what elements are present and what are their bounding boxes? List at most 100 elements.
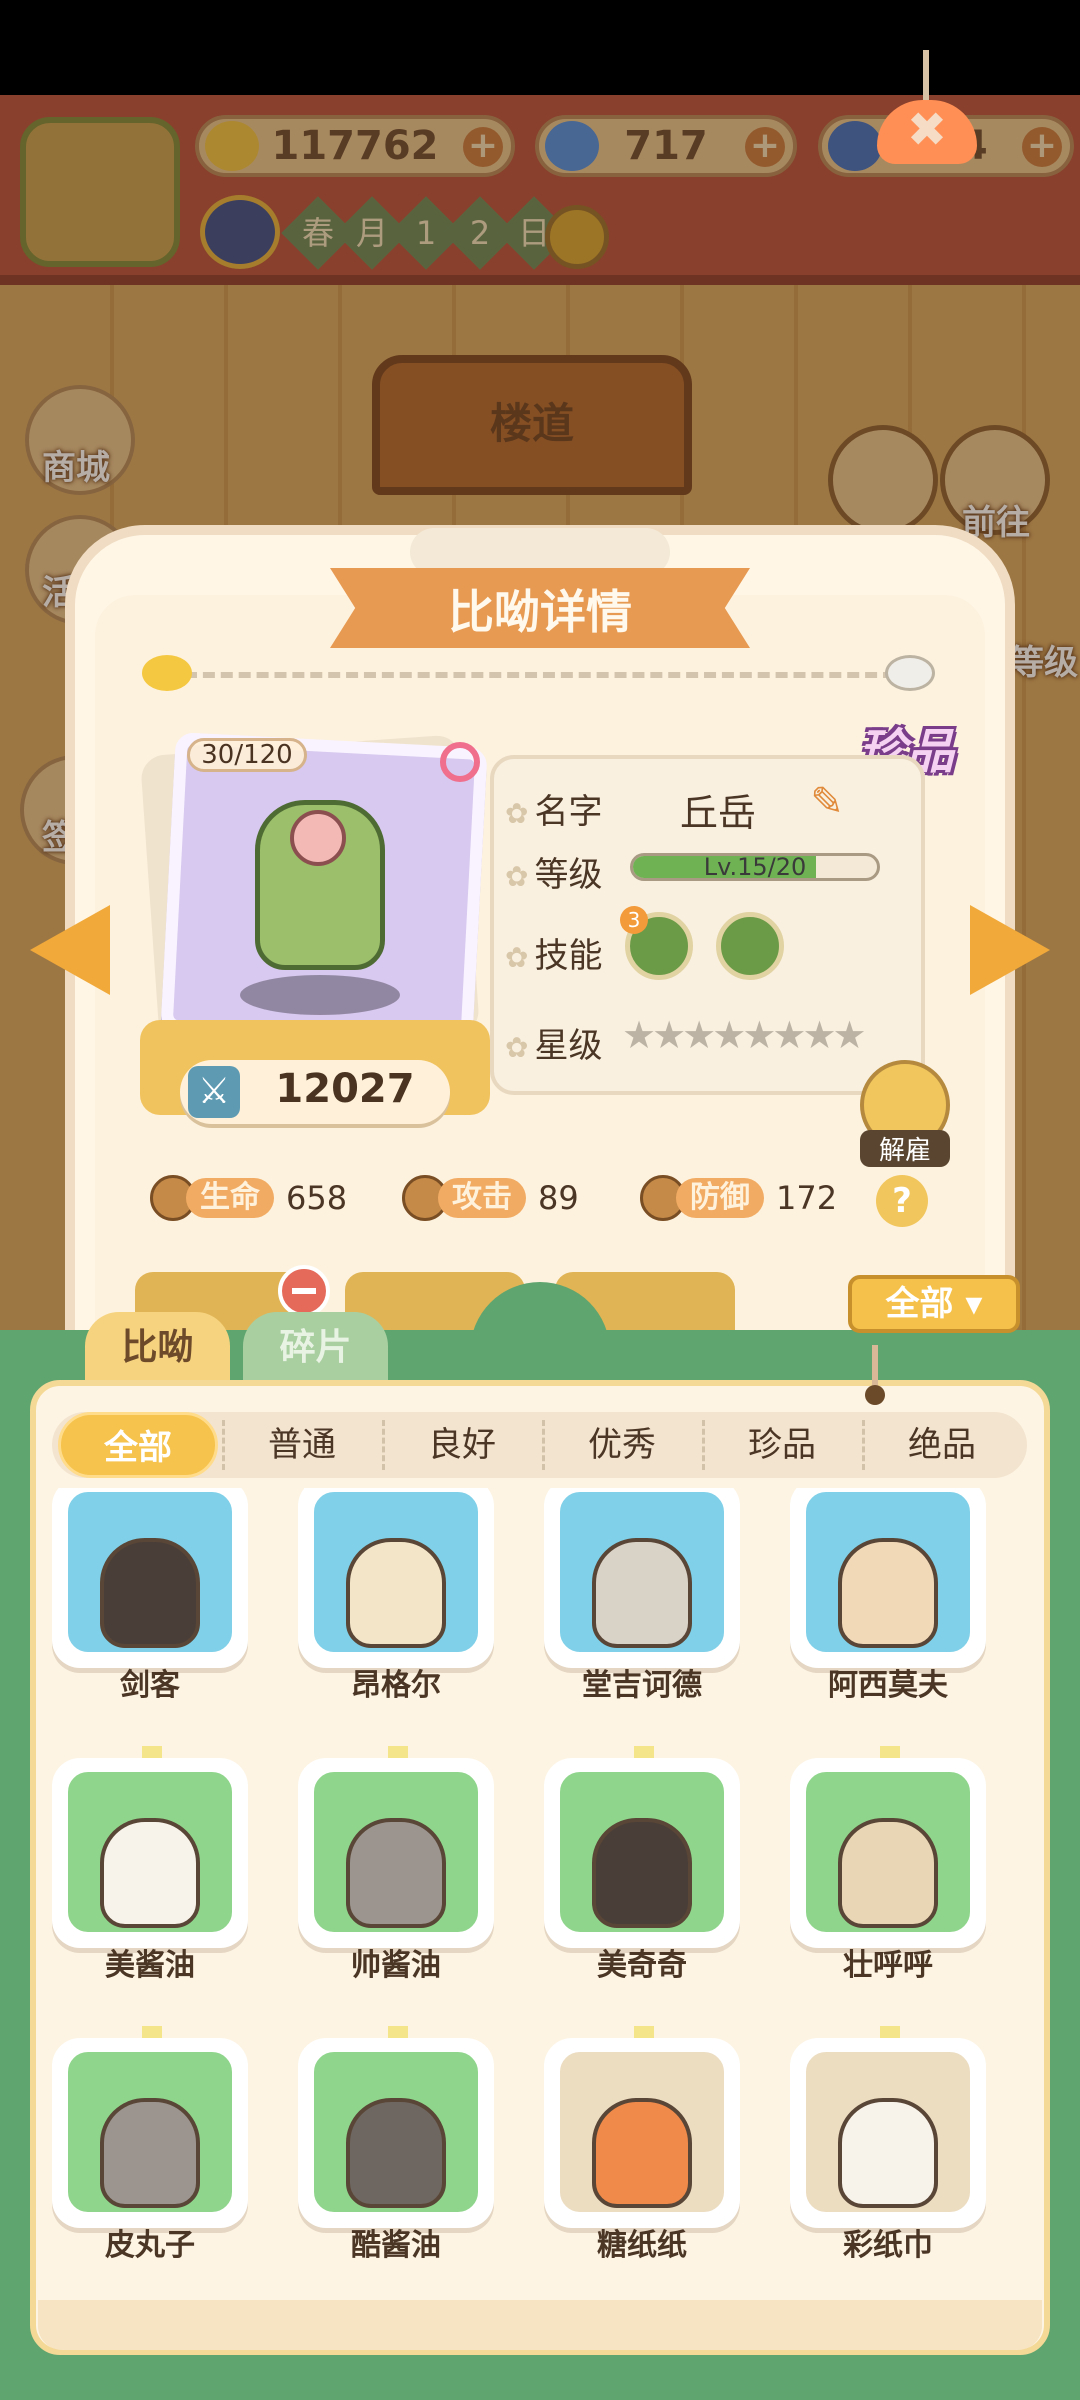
character-card-item[interactable]: 皮丸子 (52, 2026, 252, 2278)
filter-rare[interactable]: 珍品 (702, 1412, 862, 1478)
character-shadow (240, 975, 400, 1015)
character-portrait (100, 1538, 200, 1648)
exp-counter: 30/120 (187, 738, 307, 772)
character-portrait (838, 1538, 938, 1648)
level-label-text: 等级 (534, 855, 603, 895)
paw-icon: ✿ (505, 860, 529, 893)
close-button[interactable]: ✖ (877, 50, 977, 164)
character-portrait (346, 1538, 446, 1648)
crossed-swords-icon: ⚔ (188, 1066, 240, 1118)
character-card-item[interactable]: 帅酱油 (298, 1746, 498, 1998)
character-portrait (100, 2098, 200, 2208)
prev-arrow-button[interactable] (30, 905, 110, 995)
character-card-item[interactable]: 昂格尔 (298, 1488, 498, 1718)
filter-legendary[interactable]: 绝品 (862, 1412, 1022, 1478)
star-icon: ★ (802, 1013, 836, 1057)
level-row: ✿ 等级 (505, 847, 602, 896)
character-portrait (838, 1818, 938, 1928)
close-icon: ✖ (906, 102, 948, 158)
paw-icon: ✿ (505, 941, 529, 974)
character-card-item[interactable]: 阿西莫夫 (790, 1488, 990, 1718)
character-name: 酷酱油 (351, 2228, 441, 2263)
remove-from-team-button[interactable] (278, 1265, 330, 1317)
tab-biyou[interactable]: 比呦 (85, 1312, 230, 1384)
character-portrait (100, 1818, 200, 1928)
character-card-item[interactable]: 酷酱油 (298, 2026, 498, 2278)
character-name: 美奇奇 (597, 1948, 687, 1983)
edit-pencil-icon[interactable]: ✎ (805, 780, 849, 824)
combat-power-value: 12027 (275, 1066, 415, 1112)
character-card-item[interactable]: 美酱油 (52, 1746, 252, 1998)
star-icon: ★ (742, 1013, 776, 1057)
character-portrait (838, 2098, 938, 2208)
character-portrait (346, 1818, 446, 1928)
filter-normal[interactable]: 普通 (222, 1412, 382, 1478)
star-icon: ★ (622, 1013, 656, 1057)
character-portrait (592, 1818, 692, 1928)
attack-stat: 攻击 89 (402, 1175, 579, 1221)
skill-label: 技能 (534, 936, 603, 976)
pin-decoration (862, 1345, 888, 1405)
filter-good[interactable]: 良好 (382, 1412, 542, 1478)
attack-value: 89 (538, 1179, 579, 1217)
hp-value: 658 (286, 1179, 348, 1217)
character-name: 阿西莫夫 (828, 1668, 948, 1703)
next-arrow-button[interactable] (970, 905, 1050, 995)
name-label: 名字 (534, 792, 603, 832)
defense-value: 172 (776, 1179, 838, 1217)
character-card-item[interactable]: 剑客 (52, 1488, 252, 1718)
female-gender-icon (440, 742, 480, 782)
star-row: ✿ 星级 (505, 1018, 602, 1067)
filter-excellent[interactable]: 优秀 (542, 1412, 702, 1478)
level-text: Lv.15/20 (703, 853, 807, 881)
tab-fragments[interactable]: 碎片 (243, 1312, 388, 1384)
attack-label: 攻击 (438, 1178, 526, 1218)
star-icon: ★ (652, 1013, 686, 1057)
character-portrait (592, 2098, 692, 2208)
hp-label: 生命 (186, 1178, 274, 1218)
star-icon: ★ (712, 1013, 746, 1057)
white-bird-icon (885, 655, 935, 691)
hp-stat: 生命 658 (150, 1175, 347, 1221)
help-button[interactable]: ? (876, 1175, 928, 1227)
star-icon: ★ (772, 1013, 806, 1057)
filter-all[interactable]: 全部 (58, 1412, 218, 1478)
flower-icon (290, 810, 346, 866)
skill-level-badge: 3 (620, 906, 648, 934)
character-card-item[interactable]: 彩纸巾 (790, 2026, 990, 2278)
character-card-item[interactable]: 堂吉诃德 (544, 1488, 744, 1718)
character-portrait (346, 2098, 446, 2208)
character-name: 美酱油 (105, 1948, 195, 1983)
dismiss-label: 解雇 (860, 1130, 950, 1167)
character-name: 昂格尔 (351, 1668, 441, 1703)
character-name: 皮丸子 (105, 2228, 195, 2263)
divider (185, 672, 895, 678)
star-rating: ★★★★★★★★ (622, 1013, 867, 1057)
defense-label: 防御 (676, 1178, 764, 1218)
list-footer (38, 2300, 1042, 2350)
skill-slot-locked[interactable] (716, 912, 784, 980)
paw-icon: ✿ (505, 797, 529, 830)
character-name: 堂吉诃德 (582, 1668, 702, 1703)
skill-row: ✿ 技能 (505, 928, 602, 977)
character-name: 帅酱油 (351, 1948, 441, 1983)
star-icon: ★ (682, 1013, 716, 1057)
character-name: 壮呼呼 (843, 1948, 933, 1983)
star-icon: ★ (832, 1013, 867, 1057)
yellow-bird-icon (142, 655, 192, 691)
character-card-item[interactable]: 壮呼呼 (790, 1746, 990, 1998)
character-name: 丘岳 (680, 791, 757, 835)
character-portrait (592, 1538, 692, 1648)
character-name: 彩纸巾 (843, 2228, 933, 2263)
name-row: ✿ 名字 (505, 784, 602, 833)
character-name: 剑客 (120, 1668, 180, 1703)
all-filter-dropdown[interactable]: 全部 ▾ (848, 1275, 1020, 1333)
paw-icon: ✿ (505, 1031, 529, 1064)
character-card-item[interactable]: 糖纸纸 (544, 2026, 744, 2278)
star-label: 星级 (534, 1026, 603, 1066)
defense-stat: 防御 172 (640, 1175, 837, 1221)
all-filter-label: 全部 (885, 1284, 954, 1324)
character-card-item[interactable]: 美奇奇 (544, 1746, 744, 1998)
character-grid: 剑客 昂格尔 堂吉诃德 阿西莫夫美酱油 帅酱油 美奇奇 壮呼呼皮丸子 酷酱油 糖纸纸 彩纸巾 (52, 1488, 1027, 2300)
modal-title: 比呦详情 (448, 585, 632, 639)
